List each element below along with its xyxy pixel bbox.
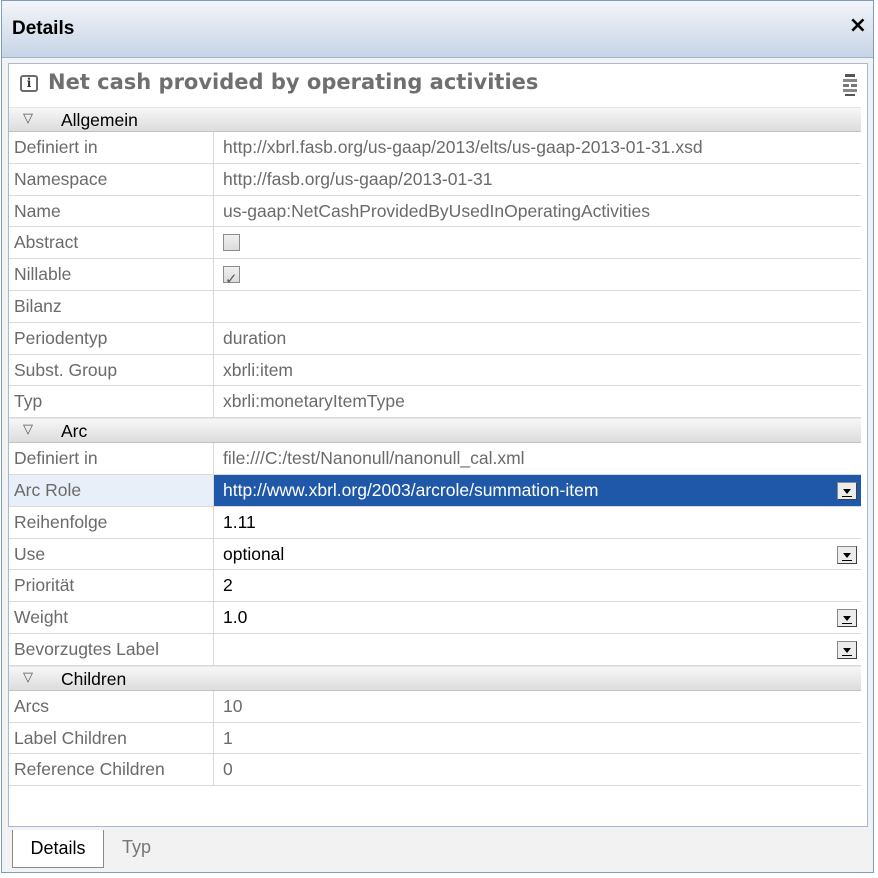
- property-row-reihenfolge: Reihenfolge 1.11: [9, 506, 861, 539]
- property-label: Namespace: [9, 163, 214, 195]
- collapse-triangle-icon[interactable]: ▽: [23, 111, 33, 126]
- property-value: [214, 259, 861, 290]
- details-content: i Net cash provided by operating activit…: [8, 63, 868, 827]
- property-label: Periodentyp: [9, 322, 214, 354]
- property-label: Reihenfolge: [9, 506, 214, 538]
- property-value[interactable]: xbrli:monetaryItemType: [214, 386, 861, 417]
- property-label: Abstract: [9, 227, 214, 259]
- tab-typ[interactable]: Typ: [112, 830, 172, 866]
- property-value[interactable]: http://fasb.org/us-gaap/2013-01-31: [214, 164, 861, 195]
- group-header-allgemein[interactable]: ▽ Allgemein: [9, 107, 861, 132]
- group-header-children[interactable]: ▽ Children: [9, 665, 861, 691]
- element-header: i Net cash provided by operating activit…: [9, 64, 867, 104]
- group-label: Arc: [61, 421, 88, 442]
- property-row-reference-children: Reference Children 0: [9, 754, 861, 787]
- dropdown-arrow-icon[interactable]: [837, 609, 857, 628]
- property-grid: ▽ Allgemein Definiert in http://xbrl.fas…: [9, 107, 861, 787]
- property-value[interactable]: file:///C:/test/Nanonull/nanonull_cal.xm…: [214, 443, 861, 474]
- dropdown-arrow-icon[interactable]: [837, 545, 857, 564]
- property-row-abstract: Abstract: [9, 227, 861, 260]
- property-row-name: Name us-gaap:NetCashProvidedByUsedInOper…: [9, 195, 861, 228]
- property-value[interactable]: http://www.xbrl.org/2003/arcrole/summati…: [214, 474, 861, 506]
- property-value[interactable]: optional: [214, 539, 861, 570]
- tab-details[interactable]: Details: [12, 830, 104, 868]
- property-row-namespace: Namespace http://fasb.org/us-gaap/2013-0…: [9, 163, 861, 196]
- property-value: 0: [223, 759, 233, 780]
- property-row-arc-role: Arc Role http://www.xbrl.org/2003/arcrol…: [9, 474, 861, 507]
- property-label: Typ: [9, 386, 214, 418]
- property-label: Priorität: [9, 570, 214, 602]
- property-value[interactable]: xbrli:item: [214, 355, 861, 386]
- property-row-bilanz: Bilanz: [9, 290, 861, 323]
- property-row-bevorzugtes-label: Bevorzugtes Label: [9, 633, 861, 666]
- property-value: 1: [223, 727, 233, 748]
- property-row-prioritaet: Priorität 2: [9, 570, 861, 603]
- property-label: Arcs: [9, 690, 214, 722]
- close-icon[interactable]: ×: [849, 15, 867, 37]
- property-label: Arc Role: [9, 474, 214, 506]
- collapse-triangle-icon[interactable]: ▽: [23, 422, 33, 437]
- property-value[interactable]: [214, 634, 861, 665]
- property-row-arcs: Arcs 10: [9, 690, 861, 723]
- details-panel: Details × i Net cash provided by operati…: [1, 0, 874, 873]
- property-label: Bilanz: [9, 290, 214, 322]
- property-row-weight: Weight 1.0: [9, 602, 861, 634]
- info-icon: i: [20, 75, 38, 92]
- property-value: 10: [223, 695, 243, 716]
- property-row-arc-definiert-in: Definiert in file:///C:/test/Nanonull/na…: [9, 443, 861, 475]
- window-title: Details: [12, 18, 75, 39]
- property-row-subst-group: Subst. Group xbrli:item: [9, 354, 861, 387]
- property-row-periodentyp: Periodentyp duration: [9, 322, 861, 355]
- property-label: Label Children: [9, 722, 214, 754]
- property-value[interactable]: 2: [214, 570, 861, 601]
- property-value[interactable]: http://xbrl.fasb.org/us-gaap/2013/elts/u…: [214, 132, 861, 163]
- property-row-nillable: Nillable: [9, 259, 861, 291]
- dropdown-arrow-icon[interactable]: [837, 481, 857, 500]
- property-label: Subst. Group: [9, 354, 214, 386]
- group-header-arc[interactable]: ▽ Arc: [9, 418, 861, 444]
- property-value[interactable]: us-gaap:NetCashProvidedByUsedInOperating…: [214, 196, 861, 227]
- abstract-checkbox[interactable]: [223, 234, 240, 252]
- property-row-definiert-in: Definiert in http://xbrl.fasb.org/us-gaa…: [9, 132, 861, 164]
- property-label: Weight: [9, 602, 214, 633]
- property-value: [214, 227, 861, 258]
- property-label: Nillable: [9, 259, 214, 290]
- property-row-use: Use optional: [9, 538, 861, 571]
- property-value[interactable]: 1.0: [214, 602, 861, 633]
- property-label: Reference Children: [9, 754, 214, 786]
- weight-value[interactable]: 1.0: [223, 607, 247, 627]
- property-row-label-children: Label Children 1: [9, 722, 861, 755]
- title-bar: Details ×: [2, 1, 873, 58]
- collapse-triangle-icon[interactable]: ▽: [23, 670, 33, 685]
- property-label: Definiert in: [9, 443, 214, 474]
- property-value[interactable]: 1.11: [214, 507, 861, 538]
- arc-role-value[interactable]: http://www.xbrl.org/2003/arcrole/summati…: [223, 480, 598, 500]
- property-label: Name: [9, 195, 214, 227]
- property-value[interactable]: [214, 291, 861, 322]
- dropdown-arrow-icon[interactable]: [837, 640, 857, 659]
- element-title: Net cash provided by operating activitie…: [48, 70, 539, 94]
- layout-toggle-icon[interactable]: [842, 73, 858, 97]
- property-value[interactable]: duration: [214, 323, 861, 354]
- nillable-checkbox[interactable]: [223, 264, 240, 290]
- property-label: Use: [9, 538, 214, 570]
- use-value[interactable]: optional: [223, 544, 284, 564]
- property-label: Definiert in: [9, 132, 214, 163]
- bottom-tab-strip: Details Typ: [8, 830, 868, 870]
- group-label: Allgemein: [61, 110, 138, 130]
- property-row-typ: Typ xbrli:monetaryItemType: [9, 386, 861, 419]
- group-label: Children: [61, 668, 127, 689]
- property-label: Bevorzugtes Label: [9, 633, 214, 665]
